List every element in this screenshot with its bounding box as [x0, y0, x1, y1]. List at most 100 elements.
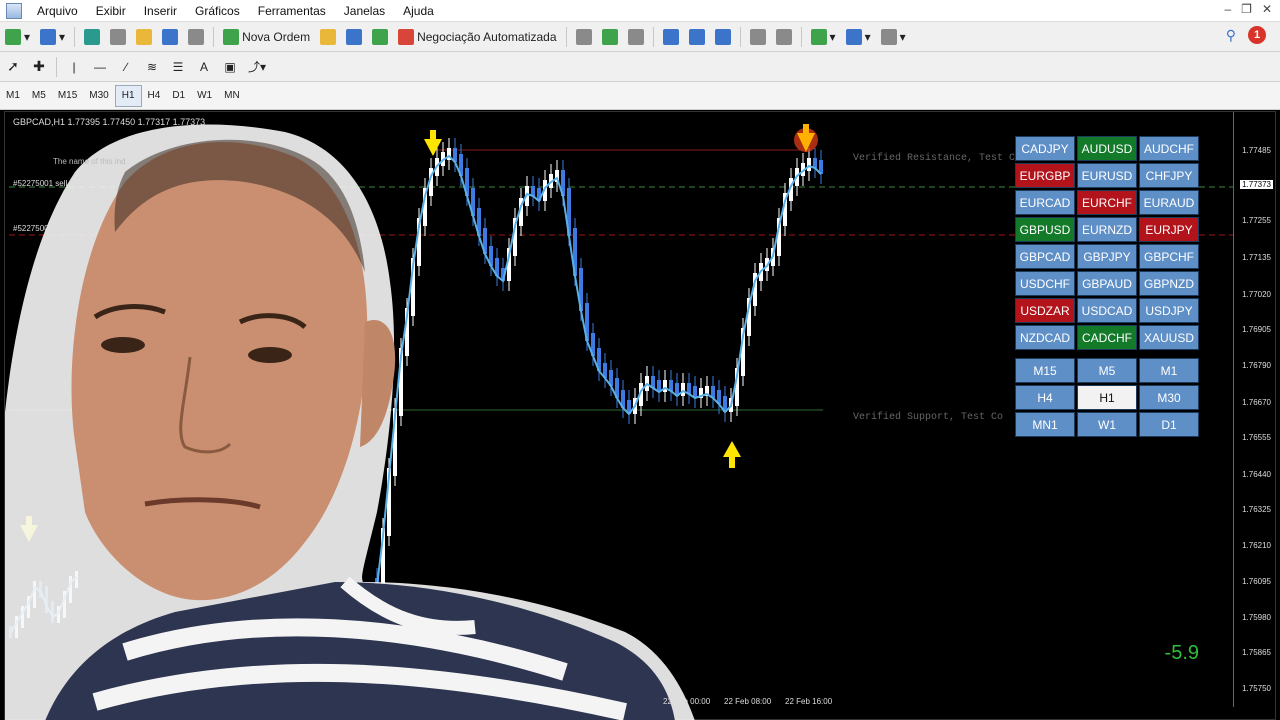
- symbol-button-xauusd[interactable]: XAUUSD: [1139, 325, 1199, 350]
- tf-button-h4[interactable]: H4: [142, 85, 167, 107]
- menu-exibir[interactable]: Exibir: [87, 4, 135, 18]
- line-chart-button[interactable]: [625, 26, 647, 48]
- market-watch-button[interactable]: [81, 26, 103, 48]
- clock-icon: [845, 28, 862, 45]
- zoom-in-icon: [662, 28, 679, 45]
- tf-button-d1[interactable]: D1: [166, 85, 191, 107]
- symbol-button-eurchf[interactable]: EURCHF: [1077, 190, 1137, 215]
- cursor-button[interactable]: ➚: [2, 56, 24, 78]
- metatrader-window: Arquivo Exibir Inserir Gráficos Ferramen…: [0, 0, 1280, 720]
- tf-button-m15[interactable]: M15: [52, 85, 83, 107]
- toolbar-separator: [74, 26, 76, 47]
- current-price-label: 1.77373: [1240, 180, 1273, 189]
- symbol-button-nzdcad[interactable]: NZDCAD: [1015, 325, 1075, 350]
- time-label: 22 Feb 16:00: [785, 697, 833, 706]
- tf-button-w1[interactable]: W1: [191, 85, 218, 107]
- tile-windows-button[interactable]: [712, 26, 734, 48]
- timeframe-button-m5[interactable]: M5: [1077, 358, 1137, 383]
- vertical-line-button[interactable]: |: [63, 56, 85, 78]
- timeframe-switcher-panel: M15 M5 M1 H4 H1 M30 MN1 W1 D1: [1015, 358, 1199, 437]
- new-chart-button[interactable]: ▾: [2, 26, 33, 48]
- symbol-button-euraud[interactable]: EURAUD: [1139, 190, 1199, 215]
- symbol-button-eurusd[interactable]: EURUSD: [1077, 163, 1137, 188]
- channel-button[interactable]: ≋: [141, 56, 163, 78]
- menu-ferramentas[interactable]: Ferramentas: [249, 4, 335, 18]
- symbol-button-eurnzd[interactable]: EURNZD: [1077, 217, 1137, 242]
- text-label-button[interactable]: ▣: [219, 56, 241, 78]
- signals-button[interactable]: [369, 26, 391, 48]
- timeframe-button-h1[interactable]: H1: [1077, 385, 1137, 410]
- timeframe-button-m15[interactable]: M15: [1015, 358, 1075, 383]
- community-button[interactable]: [343, 26, 365, 48]
- restore-icon[interactable]: ❐: [1241, 2, 1252, 16]
- metaeditor-icon: [320, 28, 337, 45]
- menu-ajuda[interactable]: Ajuda: [394, 4, 443, 18]
- periods-button[interactable]: ▾: [843, 26, 874, 48]
- crosshair-button[interactable]: ✚: [28, 56, 50, 78]
- tf-button-m1[interactable]: M1: [0, 85, 26, 107]
- new-order-button[interactable]: Nova Ordem: [220, 26, 313, 48]
- indicators-button[interactable]: ▾: [808, 26, 839, 48]
- price-label: 1.75980: [1242, 613, 1271, 622]
- templates-button[interactable]: ▾: [878, 26, 909, 48]
- tf-button-m5[interactable]: M5: [26, 85, 52, 107]
- tester-button[interactable]: [185, 26, 207, 48]
- navigator-button[interactable]: [107, 26, 129, 48]
- auto-scroll-button[interactable]: [747, 26, 769, 48]
- symbol-button-gbpaud[interactable]: GBPAUD: [1077, 271, 1137, 296]
- metaeditor-button[interactable]: [317, 26, 339, 48]
- symbol-button-audchf[interactable]: AUDCHF: [1139, 136, 1199, 161]
- toolbar-separator: [739, 26, 741, 47]
- menu-arquivo[interactable]: Arquivo: [28, 4, 87, 18]
- symbol-button-eurcad[interactable]: EURCAD: [1015, 190, 1075, 215]
- auto-trading-button[interactable]: Negociação Automatizada: [395, 26, 559, 48]
- timeframe-button-m30[interactable]: M30: [1139, 385, 1199, 410]
- symbol-button-eurjpy[interactable]: EURJPY: [1139, 217, 1199, 242]
- bar-chart-button[interactable]: [573, 26, 595, 48]
- symbol-button-gbpnzd[interactable]: GBPNZD: [1139, 271, 1199, 296]
- menu-inserir[interactable]: Inserir: [135, 4, 186, 18]
- timeframe-button-m1[interactable]: M1: [1139, 358, 1199, 383]
- symbol-button-audusd[interactable]: AUDUSD: [1077, 136, 1137, 161]
- candle-chart-button[interactable]: [599, 26, 621, 48]
- symbol-button-usdcad[interactable]: USDCAD: [1077, 298, 1137, 323]
- horizontal-line-button[interactable]: —: [89, 56, 111, 78]
- timeframe-button-d1[interactable]: D1: [1139, 412, 1199, 437]
- symbol-button-gbpusd[interactable]: GBPUSD: [1015, 217, 1075, 242]
- symbol-button-eurgbp[interactable]: EURGBP: [1015, 163, 1075, 188]
- symbol-button-usdzar[interactable]: USDZAR: [1015, 298, 1075, 323]
- timeframe-button-mn1[interactable]: MN1: [1015, 412, 1075, 437]
- tf-button-h1[interactable]: H1: [114, 84, 142, 107]
- timeframe-button-h4[interactable]: H4: [1015, 385, 1075, 410]
- timeframe-button-w1[interactable]: W1: [1077, 412, 1137, 437]
- terminal-button[interactable]: [159, 26, 181, 48]
- symbol-button-cadchf[interactable]: CADCHF: [1077, 325, 1137, 350]
- menu-janelas[interactable]: Janelas: [335, 4, 394, 18]
- symbol-button-gbpcad[interactable]: GBPCAD: [1015, 244, 1075, 269]
- price-scale[interactable]: 1.77485 1.77373 1.77255 1.77135 1.77020 …: [1233, 112, 1275, 707]
- symbol-button-gbpjpy[interactable]: GBPJPY: [1077, 244, 1137, 269]
- notification-badge[interactable]: 1: [1248, 26, 1266, 44]
- profiles-button[interactable]: ▾: [37, 26, 68, 48]
- trendline-button[interactable]: ∕: [115, 56, 137, 78]
- text-button[interactable]: A: [193, 56, 215, 78]
- menu-graficos[interactable]: Gráficos: [186, 4, 249, 18]
- symbol-button-cadjpy[interactable]: CADJPY: [1015, 136, 1075, 161]
- symbol-button-usdchf[interactable]: USDCHF: [1015, 271, 1075, 296]
- arrows-button[interactable]: ⤴▾: [245, 56, 269, 78]
- tf-button-m30[interactable]: M30: [83, 85, 114, 107]
- zoom-in-button[interactable]: [660, 26, 682, 48]
- zoom-out-button[interactable]: [686, 26, 708, 48]
- indicators-icon: [810, 28, 827, 45]
- symbol-button-gbpchf[interactable]: GBPCHF: [1139, 244, 1199, 269]
- chart-shift-button[interactable]: [773, 26, 795, 48]
- navigator-folder-button[interactable]: [133, 26, 155, 48]
- close-icon[interactable]: ✕: [1262, 2, 1272, 16]
- auto-trading-icon: [398, 28, 415, 45]
- search-icon[interactable]: ⚲: [1226, 27, 1236, 44]
- minimize-icon[interactable]: –: [1224, 2, 1231, 16]
- fibonacci-button[interactable]: ☰: [167, 56, 189, 78]
- tf-button-mn[interactable]: MN: [218, 85, 246, 107]
- symbol-button-chfjpy[interactable]: CHFJPY: [1139, 163, 1199, 188]
- symbol-button-usdjpy[interactable]: USDJPY: [1139, 298, 1199, 323]
